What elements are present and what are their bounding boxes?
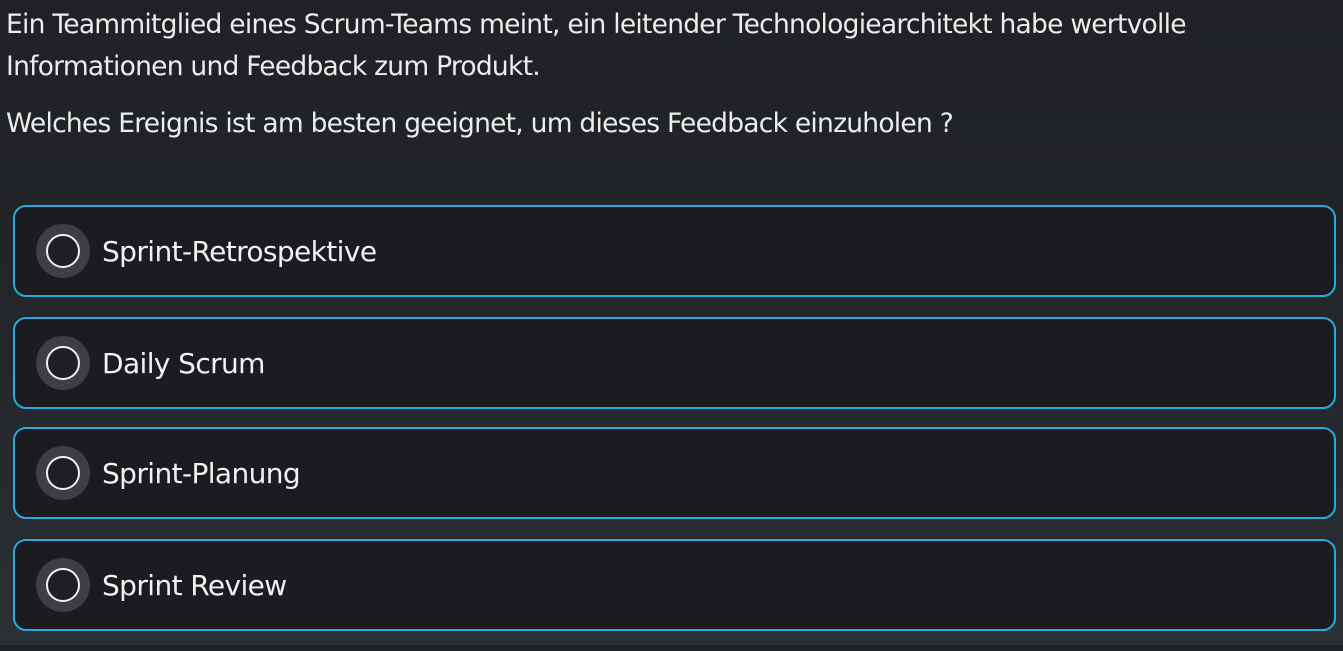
- radio-circle-icon: [46, 568, 80, 602]
- option-label: Sprint Review: [102, 568, 287, 602]
- option-label: Sprint-Planung: [102, 456, 301, 490]
- option-label: Sprint-Retrospektive: [102, 234, 377, 268]
- radio-circle-icon: [46, 346, 80, 380]
- question-line-2: Informationen und Feedback zum Produkt.: [6, 51, 541, 82]
- question-text: Ein Teammitglied eines Scrum-Teams meint…: [6, 4, 1340, 145]
- option-sprint-planung[interactable]: Sprint-Planung: [13, 427, 1336, 519]
- radio-button[interactable]: [36, 224, 90, 278]
- option-sprint-review[interactable]: Sprint Review: [13, 539, 1336, 631]
- radio-circle-icon: [46, 234, 80, 268]
- radio-button[interactable]: [36, 446, 90, 500]
- answer-options: Sprint-Retrospektive Daily Scrum Sprint-…: [13, 205, 1336, 651]
- question-line-1: Ein Teammitglied eines Scrum-Teams meint…: [6, 9, 1187, 40]
- radio-circle-icon: [46, 456, 80, 490]
- option-sprint-retrospektive[interactable]: Sprint-Retrospektive: [13, 205, 1336, 297]
- radio-button[interactable]: [36, 336, 90, 390]
- radio-button[interactable]: [36, 558, 90, 612]
- question-prompt: Welches Ereignis ist am besten geeignet,…: [6, 108, 954, 139]
- option-label: Daily Scrum: [102, 346, 265, 380]
- option-daily-scrum[interactable]: Daily Scrum: [13, 317, 1336, 409]
